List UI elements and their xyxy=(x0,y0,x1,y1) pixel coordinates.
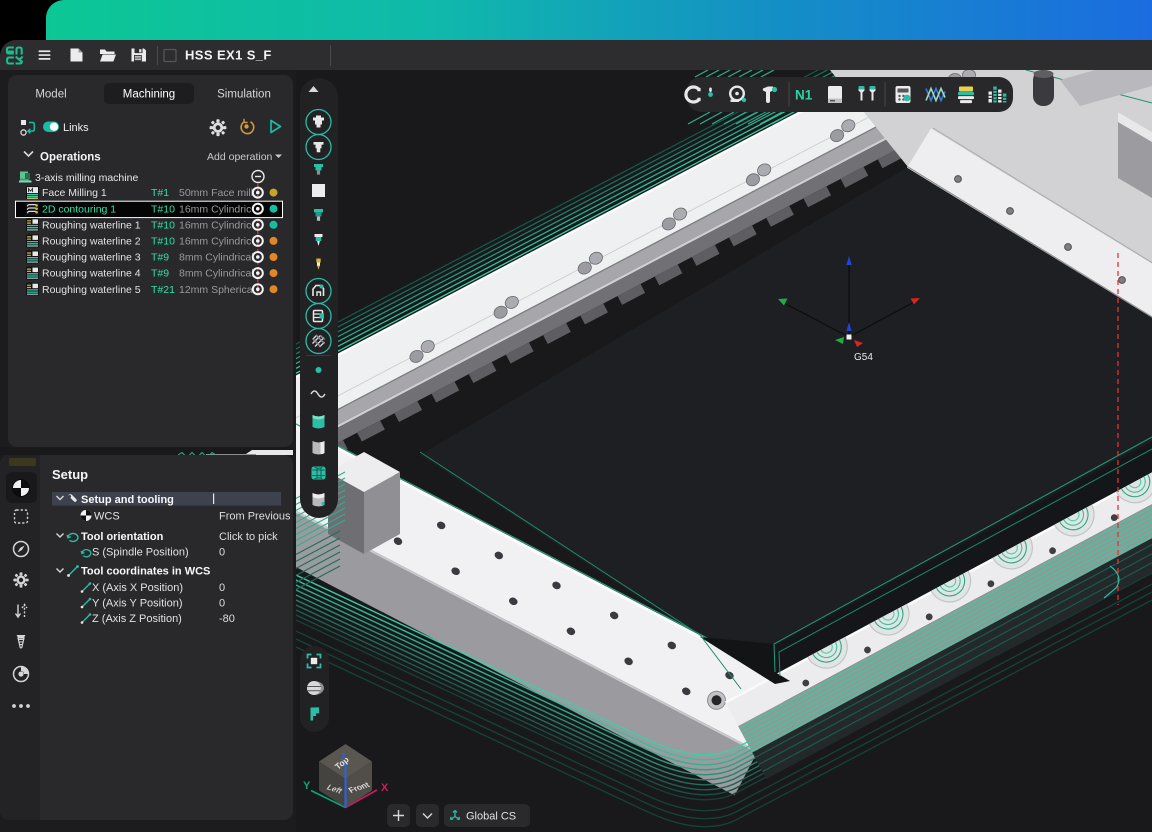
svg-text:16mm Cylindric: 16mm Cylindric xyxy=(179,203,251,215)
svg-text:T#10: T#10 xyxy=(151,203,175,215)
svg-text:Add operation: Add operation xyxy=(207,151,273,163)
svg-text:Setup and tooling: Setup and tooling xyxy=(81,494,174,506)
svg-text:16mm Cylindric: 16mm Cylindric xyxy=(179,219,251,231)
svg-text:50mm Face mill: 50mm Face mill xyxy=(179,187,253,199)
svg-text:WCS: WCS xyxy=(94,511,120,523)
svg-text:Links: Links xyxy=(63,122,89,134)
svg-text:0: 0 xyxy=(219,598,225,610)
svg-text:Machining: Machining xyxy=(123,89,175,101)
svg-text:3-axis milling machine: 3-axis milling machine xyxy=(35,172,138,184)
svg-text:Click to pick: Click to pick xyxy=(219,531,278,543)
svg-text:Z (Axis Z Position): Z (Axis Z Position) xyxy=(92,613,182,625)
svg-text:T#10: T#10 xyxy=(151,219,175,231)
svg-text:2D contouring 1: 2D contouring 1 xyxy=(42,203,116,215)
svg-text:Model: Model xyxy=(35,89,66,101)
svg-text:Y (Axis Y Position): Y (Axis Y Position) xyxy=(92,598,183,610)
svg-text:Roughing waterline 3: Roughing waterline 3 xyxy=(42,252,141,264)
svg-text:8mm Cylindrical: 8mm Cylindrical xyxy=(179,252,254,264)
svg-text:T#10: T#10 xyxy=(151,236,175,248)
svg-text:Tool orientation: Tool orientation xyxy=(81,531,164,543)
svg-text:T#21: T#21 xyxy=(151,284,175,296)
svg-text:T#9: T#9 xyxy=(151,268,169,280)
svg-text:12mm Spherica: 12mm Spherica xyxy=(179,284,253,296)
svg-text:16mm Cylindric: 16mm Cylindric xyxy=(179,236,251,248)
svg-text:Roughing waterline 4: Roughing waterline 4 xyxy=(42,268,141,280)
svg-text:8mm Cylindrical: 8mm Cylindrical xyxy=(179,268,254,280)
svg-text:Roughing waterline 1: Roughing waterline 1 xyxy=(42,219,141,231)
svg-text:S (Spindle Position): S (Spindle Position) xyxy=(92,547,189,559)
svg-text:Roughing waterline 5: Roughing waterline 5 xyxy=(42,284,141,296)
svg-text:Roughing waterline 2: Roughing waterline 2 xyxy=(42,236,141,248)
svg-text:Tool coordinates in WCS: Tool coordinates in WCS xyxy=(81,566,210,578)
svg-text:HSS EX1 S_F: HSS EX1 S_F xyxy=(185,48,272,63)
svg-text:Setup: Setup xyxy=(52,467,88,482)
svg-text:0: 0 xyxy=(219,547,225,559)
svg-text:Face Milling 1: Face Milling 1 xyxy=(42,187,107,199)
svg-text:From Previous: From Previous xyxy=(219,511,291,523)
svg-text:T#9: T#9 xyxy=(151,252,169,264)
svg-text:-80: -80 xyxy=(219,613,235,625)
svg-text:Operations: Operations xyxy=(40,152,101,164)
svg-text:G54: G54 xyxy=(854,352,873,363)
svg-text:Simulation: Simulation xyxy=(217,89,271,101)
svg-text:0: 0 xyxy=(219,582,225,594)
svg-text:X (Axis X Position): X (Axis X Position) xyxy=(92,582,183,594)
svg-text:T#1: T#1 xyxy=(151,187,169,199)
